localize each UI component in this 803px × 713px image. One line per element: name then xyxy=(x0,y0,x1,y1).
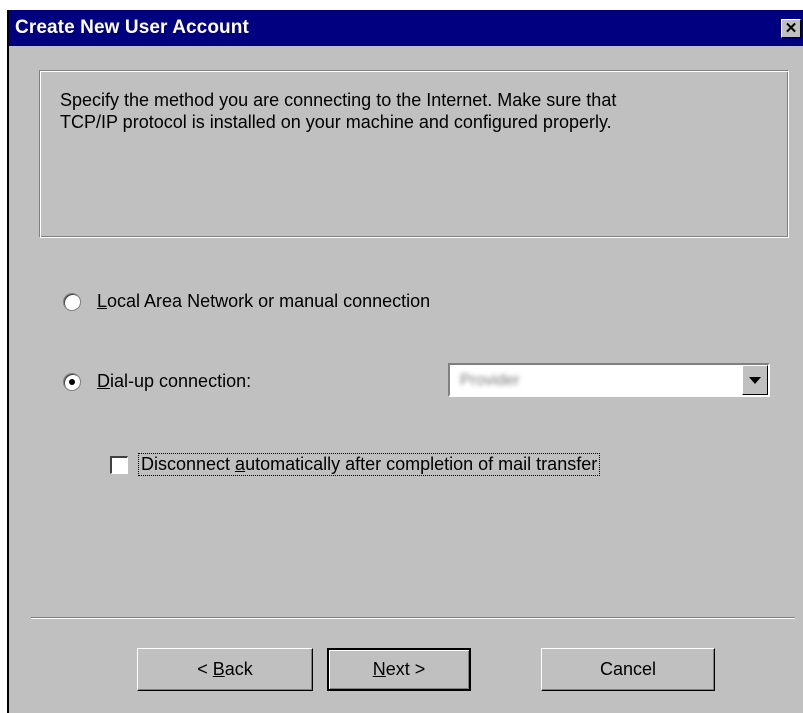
close-button[interactable]: ✕ xyxy=(781,19,801,38)
dropdown-button[interactable] xyxy=(742,365,768,395)
dialup-radio[interactable] xyxy=(63,372,81,391)
next-access-key: N xyxy=(372,659,386,679)
window-title: Create New User Account xyxy=(15,17,249,38)
auto-disconnect-checkbox[interactable] xyxy=(110,455,128,474)
auto-disconnect-option[interactable]: Disconnect automatically after completio… xyxy=(110,453,601,476)
info-text: Specify the method you are connecting to… xyxy=(60,89,768,133)
title-bar[interactable]: Create New User Account ✕ xyxy=(9,10,803,46)
create-user-dialog: Create New User Account ✕ Specify the me… xyxy=(7,10,803,713)
back-prefix: < xyxy=(197,659,213,679)
back-button[interactable]: < Back xyxy=(137,648,313,691)
info-panel: Specify the method you are connecting to… xyxy=(39,70,789,238)
info-line-1: Specify the method you are connecting to… xyxy=(60,90,617,110)
auto-disconnect-label-after: utomatically after completion of mail tr… xyxy=(245,454,598,474)
dialup-label-rest: ial-up connection: xyxy=(110,371,252,391)
dropdown-arrow-icon xyxy=(749,376,761,384)
lan-label-rest: ocal Area Network or manual connection xyxy=(107,291,431,311)
next-label-rest: ext xyxy=(385,659,410,679)
dialup-option[interactable]: Dial-up connection: xyxy=(63,371,251,392)
lan-radio[interactable] xyxy=(63,292,81,311)
back-access-key: B xyxy=(212,659,225,679)
lan-label[interactable]: Local Area Network or manual connection xyxy=(97,291,430,312)
next-suffix: > xyxy=(409,659,426,679)
dialup-connection-value: Provider xyxy=(460,372,520,389)
cancel-label: Cancel xyxy=(599,659,657,679)
close-icon: ✕ xyxy=(784,20,798,37)
next-button[interactable]: Next > xyxy=(327,648,471,691)
lan-option[interactable]: Local Area Network or manual connection xyxy=(63,291,430,312)
info-line-2: TCP/IP protocol is installed on your mac… xyxy=(60,112,612,132)
dialup-access-key: D xyxy=(97,371,110,391)
dialup-connection-select[interactable]: Provider xyxy=(448,363,770,397)
back-label-rest: ack xyxy=(224,659,253,679)
auto-disconnect-label-before: Disconnect xyxy=(141,454,236,474)
button-separator xyxy=(31,617,795,619)
cancel-button[interactable]: Cancel xyxy=(541,648,715,691)
auto-disconnect-label[interactable]: Disconnect automatically after completio… xyxy=(138,453,601,476)
auto-disconnect-access-key: a xyxy=(235,454,246,474)
dialup-label[interactable]: Dial-up connection: xyxy=(97,371,251,392)
lan-access-key: L xyxy=(97,291,108,311)
